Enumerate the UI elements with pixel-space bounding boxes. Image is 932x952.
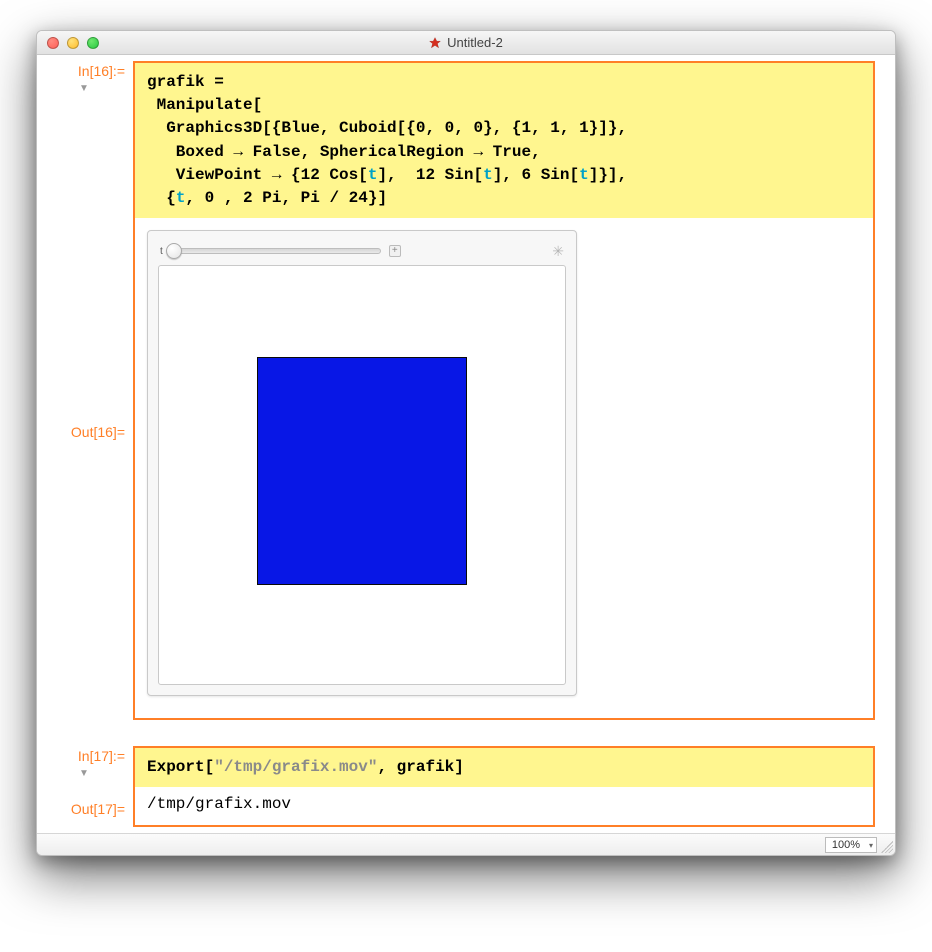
out-label: Out[17]= (37, 793, 133, 817)
resize-handle[interactable] (881, 841, 893, 853)
output-text: /tmp/grafix.mov (147, 795, 291, 813)
code-text: ]}], (589, 166, 627, 184)
manipulate-controls: t + ✳ (148, 241, 576, 265)
mathematica-icon (429, 37, 441, 49)
output-cell: t + ✳ (135, 218, 873, 718)
code-var: t (368, 166, 378, 184)
disclosure-icon[interactable]: ▼ (79, 768, 89, 779)
app-window: Untitled-2 In[16]:= ▼ grafik = Manipulat… (36, 30, 896, 856)
code-text: , 0 , 2 Pi, Pi / 24}] (185, 189, 387, 207)
in-label-text: In[16]:= (78, 63, 125, 79)
in-label: In[17]:= ▼ (37, 740, 133, 764)
code-var: t (176, 189, 186, 207)
title-center: Untitled-2 (37, 35, 895, 50)
titlebar: Untitled-2 (37, 31, 895, 55)
code-text: , grafik] (377, 758, 463, 776)
input-cell[interactable]: grafik = Manipulate[ Graphics3D[{Blue, C… (135, 63, 873, 218)
cell-group-1: In[16]:= ▼ grafik = Manipulate[ Graphics… (37, 55, 895, 726)
gear-icon[interactable]: ✳ (552, 243, 564, 260)
slider-expand-button[interactable]: + (389, 245, 401, 257)
slider-label: t (160, 246, 163, 257)
disclosure-icon[interactable]: ▼ (79, 83, 89, 94)
cell-frame: grafik = Manipulate[ Graphics3D[{Blue, C… (133, 61, 875, 720)
window-title: Untitled-2 (447, 35, 503, 50)
close-button[interactable] (47, 37, 59, 49)
cell-frame: Export["/tmp/grafix.mov", grafik] /tmp/g… (133, 746, 875, 827)
output-cell: /tmp/grafix.mov (135, 787, 873, 825)
manipulate-panel[interactable]: t + ✳ (147, 230, 577, 696)
traffic-lights (37, 37, 99, 49)
minimize-button[interactable] (67, 37, 79, 49)
code-text: Graphics3D[{Blue, Cuboid[{0, 0, 0}, {1, … (147, 119, 627, 137)
code-var: t (579, 166, 589, 184)
code-text: { (147, 189, 176, 207)
code-text: Manipulate[ (147, 96, 262, 114)
cuboid-graphic (257, 357, 467, 585)
plus-icon: + (392, 246, 398, 256)
in-label: In[16]:= ▼ (37, 55, 133, 79)
code-text: grafik = (147, 73, 224, 91)
code-text: Export[ (147, 758, 214, 776)
code-string: "/tmp/grafix.mov" (214, 758, 377, 776)
chevron-down-icon: ▾ (869, 841, 873, 850)
code-text: ViewPoint → {12 Cos[ (147, 166, 368, 184)
out-label-text: Out[17]= (71, 801, 125, 817)
graphics3d-pane[interactable] (158, 265, 566, 685)
statusbar: 100% ▾ (37, 833, 895, 855)
slider-thumb[interactable] (166, 243, 182, 259)
out-label-text: Out[16]= (71, 424, 125, 440)
code-text: Boxed → False, SphericalRegion → True, (147, 143, 541, 161)
zoom-button[interactable] (87, 37, 99, 49)
slider-track[interactable] (171, 248, 381, 254)
code-text: ], 6 Sin[ (493, 166, 579, 184)
cell-group-2: In[17]:= ▼ Export["/tmp/grafix.mov", gra… (37, 740, 895, 833)
code-text: ], 12 Sin[ (377, 166, 483, 184)
zoom-value: 100% (832, 839, 860, 851)
zoom-selector[interactable]: 100% ▾ (825, 837, 877, 853)
code-var: t (483, 166, 493, 184)
in-label-text: In[17]:= (78, 748, 125, 764)
out-label: Out[16]= (37, 416, 133, 440)
input-cell[interactable]: Export["/tmp/grafix.mov", grafik] (135, 748, 873, 787)
notebook-area: In[16]:= ▼ grafik = Manipulate[ Graphics… (37, 55, 895, 833)
